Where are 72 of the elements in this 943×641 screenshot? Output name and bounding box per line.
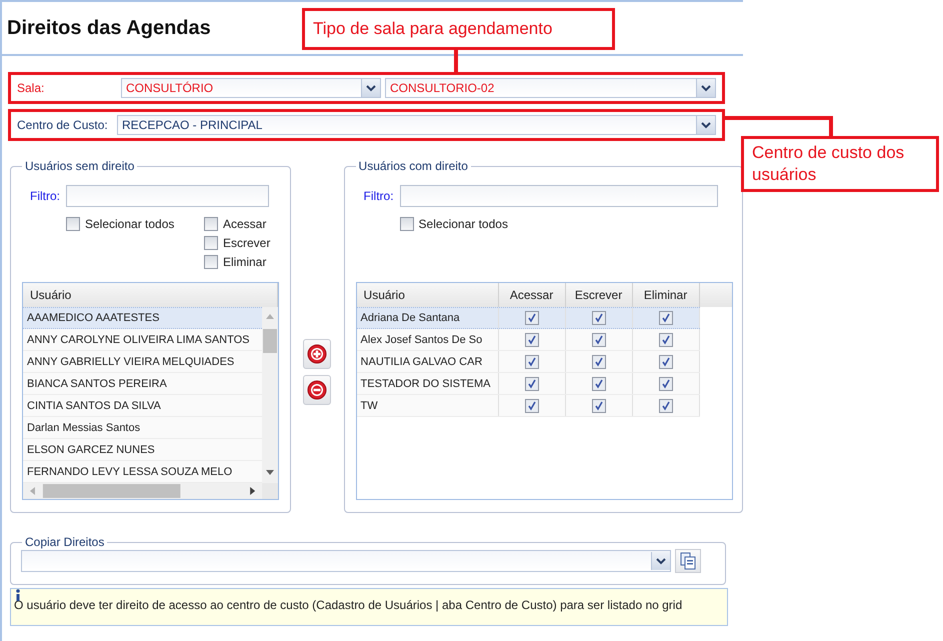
checkbox[interactable] <box>658 398 673 412</box>
cost-center-label: Centro de Custo: <box>17 118 109 132</box>
checkbox[interactable] <box>524 376 539 390</box>
checkbox[interactable] <box>658 376 673 390</box>
checkbox[interactable] <box>592 311 606 325</box>
checkbox-label: Selecionar todos <box>418 217 508 231</box>
checkbox[interactable] <box>204 217 218 231</box>
minus-icon <box>307 380 328 400</box>
room-select[interactable]: CONSULTORIO-02 <box>385 78 716 98</box>
plus-icon <box>307 344 328 364</box>
checkbox[interactable] <box>524 398 539 412</box>
checkbox[interactable] <box>204 255 218 269</box>
table-row[interactable]: BIANCA SANTOS PEREIRA <box>23 373 262 395</box>
checkbox-label: Escrever <box>223 236 270 250</box>
annotation-callout: Tipo de sala para agendamento <box>302 8 615 50</box>
copy-icon <box>680 552 696 570</box>
checkbox-label: Eliminar <box>223 255 266 269</box>
table-row[interactable]: Alex Josef Santos De So <box>356 329 700 351</box>
table-cell: Alex Josef Santos De So <box>356 329 499 350</box>
table-row[interactable]: CINTIA SANTOS DA SILVA <box>23 395 262 417</box>
table-cell: TESTADOR DO SISTEMA <box>356 373 499 394</box>
table-row[interactable]: Adriana De Santana <box>356 307 700 329</box>
table-cell: Adriana De Santana <box>356 308 499 328</box>
chevron-down-icon <box>366 84 376 92</box>
table-row[interactable]: TESTADOR DO SISTEMA <box>356 373 700 395</box>
page-title: Direitos das Agendas <box>7 16 211 40</box>
checkbox[interactable] <box>592 354 606 368</box>
annotation-callout: Centro de custo dos usuários <box>741 136 939 192</box>
horizontal-scrollbar[interactable] <box>23 483 278 499</box>
table-cell: NAUTILIA GALVAO CAR <box>356 351 499 372</box>
add-button[interactable] <box>303 339 332 369</box>
remove-button[interactable] <box>303 375 332 405</box>
chevron-down-icon <box>656 558 666 564</box>
filter-label: Filtro: <box>364 189 394 203</box>
vertical-scrollbar[interactable] <box>262 307 278 483</box>
checkbox[interactable] <box>592 398 606 412</box>
room-label: Sala: <box>17 81 46 95</box>
table-row[interactable]: TW <box>356 395 700 417</box>
checkbox[interactable] <box>658 311 673 325</box>
checkbox[interactable] <box>524 311 539 325</box>
info-icon <box>13 589 23 601</box>
cost-center-select[interactable]: RECEPCAO - PRINCIPAL <box>117 115 716 135</box>
chevron-down-icon <box>701 84 711 92</box>
table-row[interactable]: NAUTILIA GALVAO CAR <box>356 351 700 373</box>
checkbox[interactable] <box>204 236 218 250</box>
filter-field[interactable] <box>400 185 718 207</box>
filter-label: Filtro: <box>30 189 60 203</box>
info-text: O usuário deve ter direito de acesso ao centro de custo (Cadastro de Usuários | aba Centro de Custo) para ser listado no grid <box>14 598 682 612</box>
table-row[interactable]: ANNY GABRIELLY VIEIRA MELQUIADES <box>23 351 262 373</box>
checkbox-label: Selecionar todos <box>85 217 174 231</box>
room-type-select[interactable]: CONSULTÓRIO <box>121 78 381 98</box>
checkbox[interactable] <box>400 217 414 231</box>
checkbox[interactable] <box>524 332 539 346</box>
group-title: Usuários com direito <box>358 159 469 173</box>
table-row[interactable]: ELSON GARCEZ NUNES <box>23 439 262 461</box>
checkbox[interactable] <box>592 332 606 346</box>
table-cell: TW <box>356 395 499 416</box>
table-row[interactable]: ANNY CAROLYNE OLIVEIRA LIMA SANTOS <box>23 329 262 351</box>
copy-button[interactable] <box>675 549 701 573</box>
checkbox[interactable] <box>658 354 673 368</box>
table-row[interactable]: Darlan Messias Santos <box>23 417 262 439</box>
table-row[interactable]: AAAMEDICO AAATESTES <box>23 307 262 329</box>
checkbox[interactable] <box>592 376 606 390</box>
filter-field[interactable] <box>66 185 269 207</box>
table-row[interactable]: FERNANDO LEVY LESSA SOUZA MELO <box>23 461 262 483</box>
group-title: Copiar Direitos <box>24 535 106 549</box>
checkbox[interactable] <box>524 354 539 368</box>
checkbox[interactable] <box>658 332 673 346</box>
chevron-down-icon <box>701 122 711 128</box>
group-title: Usuários sem direito <box>24 159 136 173</box>
checkbox[interactable] <box>66 217 80 231</box>
checkbox-label: Acessar <box>223 217 266 231</box>
